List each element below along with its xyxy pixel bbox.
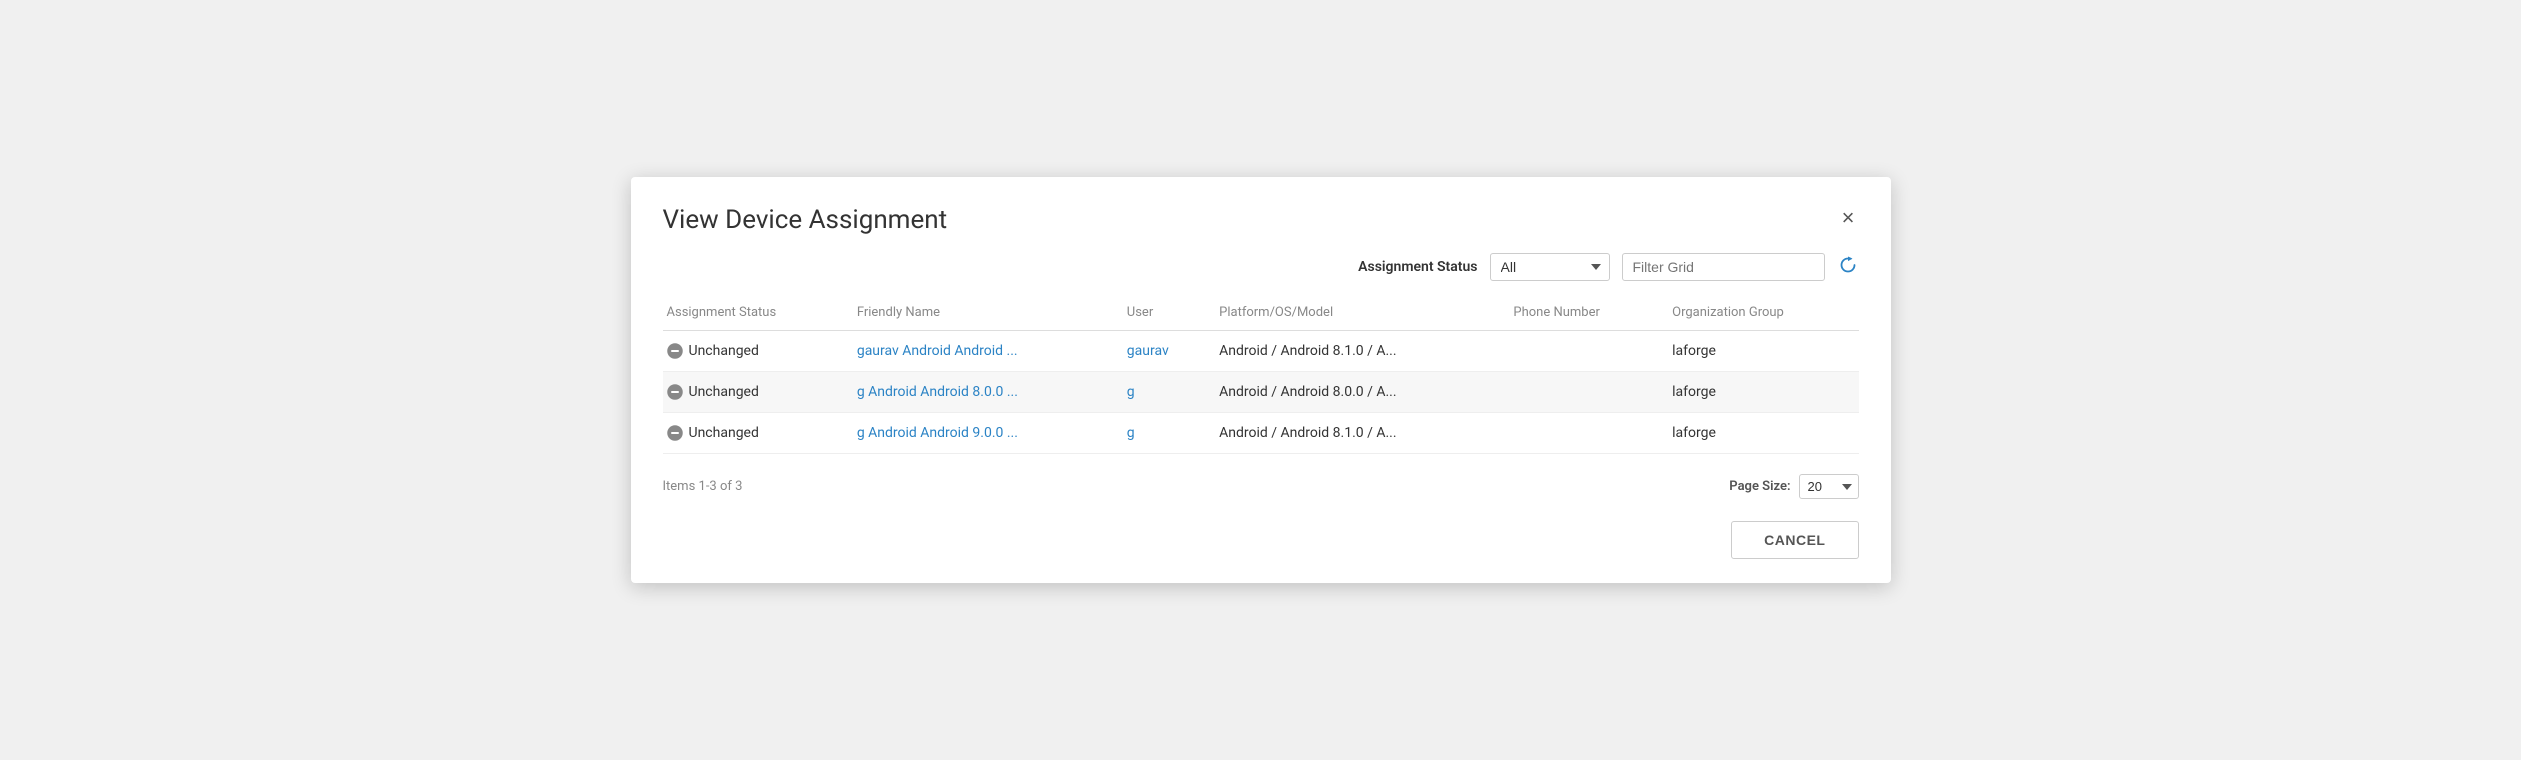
- dialog-header: View Device Assignment ×: [663, 205, 1859, 235]
- dialog-actions: CANCEL: [663, 509, 1859, 559]
- cell-platform: Android / Android 8.1.0 / A...: [1209, 331, 1503, 372]
- table-row: Unchanged g Android Android 8.0.0 ... g An…: [663, 372, 1859, 413]
- table-row: Unchanged gaurav Android Android ... gaur…: [663, 331, 1859, 372]
- items-count: Items 1-3 of 3: [663, 479, 743, 494]
- col-platform-os-model: Platform/OS/Model: [1209, 297, 1503, 331]
- close-button[interactable]: ×: [1838, 205, 1859, 231]
- toolbar: Assignment Status All Unchanged Added Re…: [663, 253, 1859, 281]
- page-size-label: Page Size:: [1729, 479, 1790, 494]
- col-phone-number: Phone Number: [1503, 297, 1662, 331]
- table-row: Unchanged g Android Android 9.0.0 ... g An…: [663, 413, 1859, 454]
- cell-user[interactable]: g: [1117, 372, 1209, 413]
- unchanged-icon: [667, 384, 683, 400]
- filter-grid-input[interactable]: [1622, 253, 1825, 281]
- cell-org-group: laforge: [1662, 413, 1858, 454]
- view-device-assignment-dialog: View Device Assignment × Assignment Stat…: [631, 177, 1891, 583]
- cell-org-group: laforge: [1662, 372, 1858, 413]
- cell-phone-number: [1503, 413, 1662, 454]
- cell-phone-number: [1503, 372, 1662, 413]
- page-size-select[interactable]: 10 20 50 100: [1799, 474, 1859, 499]
- cell-friendly-name[interactable]: gaurav Android Android ...: [847, 331, 1117, 372]
- cell-friendly-name[interactable]: g Android Android 8.0.0 ...: [847, 372, 1117, 413]
- unchanged-icon: [667, 425, 683, 441]
- friendly-name-link[interactable]: g Android Android 8.0.0 ...: [857, 384, 1018, 400]
- col-user: User: [1117, 297, 1209, 331]
- dialog-title: View Device Assignment: [663, 205, 948, 235]
- assignment-status-label: Assignment Status: [1358, 259, 1477, 275]
- cell-platform: Android / Android 8.0.0 / A...: [1209, 372, 1503, 413]
- cell-platform: Android / Android 8.1.0 / A...: [1209, 413, 1503, 454]
- cell-org-group: laforge: [1662, 331, 1858, 372]
- table-header-row: Assignment Status Friendly Name User Pla…: [663, 297, 1859, 331]
- assignment-status-select[interactable]: All Unchanged Added Removed: [1490, 253, 1610, 281]
- cell-assignment-status: Unchanged: [663, 413, 847, 454]
- refresh-icon: [1839, 256, 1857, 274]
- unchanged-icon: [667, 343, 683, 359]
- refresh-button[interactable]: [1837, 254, 1859, 281]
- cell-assignment-status: Unchanged: [663, 372, 847, 413]
- cell-phone-number: [1503, 331, 1662, 372]
- status-cell: Unchanged: [667, 384, 837, 400]
- col-org-group: Organization Group: [1662, 297, 1858, 331]
- cell-assignment-status: Unchanged: [663, 331, 847, 372]
- table-footer: Items 1-3 of 3 Page Size: 10 20 50 100: [663, 470, 1859, 499]
- status-text: Unchanged: [689, 343, 759, 359]
- status-cell: Unchanged: [667, 343, 837, 359]
- friendly-name-link[interactable]: g Android Android 9.0.0 ...: [857, 425, 1018, 441]
- status-text: Unchanged: [689, 384, 759, 400]
- friendly-name-link[interactable]: gaurav Android Android ...: [857, 343, 1018, 359]
- status-cell: Unchanged: [667, 425, 837, 441]
- col-assignment-status: Assignment Status: [663, 297, 847, 331]
- footer-right: Page Size: 10 20 50 100: [1729, 474, 1858, 499]
- col-friendly-name: Friendly Name: [847, 297, 1117, 331]
- cell-friendly-name[interactable]: g Android Android 9.0.0 ...: [847, 413, 1117, 454]
- device-assignment-table: Assignment Status Friendly Name User Pla…: [663, 297, 1859, 454]
- status-text: Unchanged: [689, 425, 759, 441]
- cell-user[interactable]: gaurav: [1117, 331, 1209, 372]
- cancel-button[interactable]: CANCEL: [1731, 521, 1858, 559]
- user-link[interactable]: gaurav: [1127, 343, 1169, 359]
- user-link[interactable]: g: [1127, 384, 1135, 400]
- user-link[interactable]: g: [1127, 425, 1135, 441]
- cell-user[interactable]: g: [1117, 413, 1209, 454]
